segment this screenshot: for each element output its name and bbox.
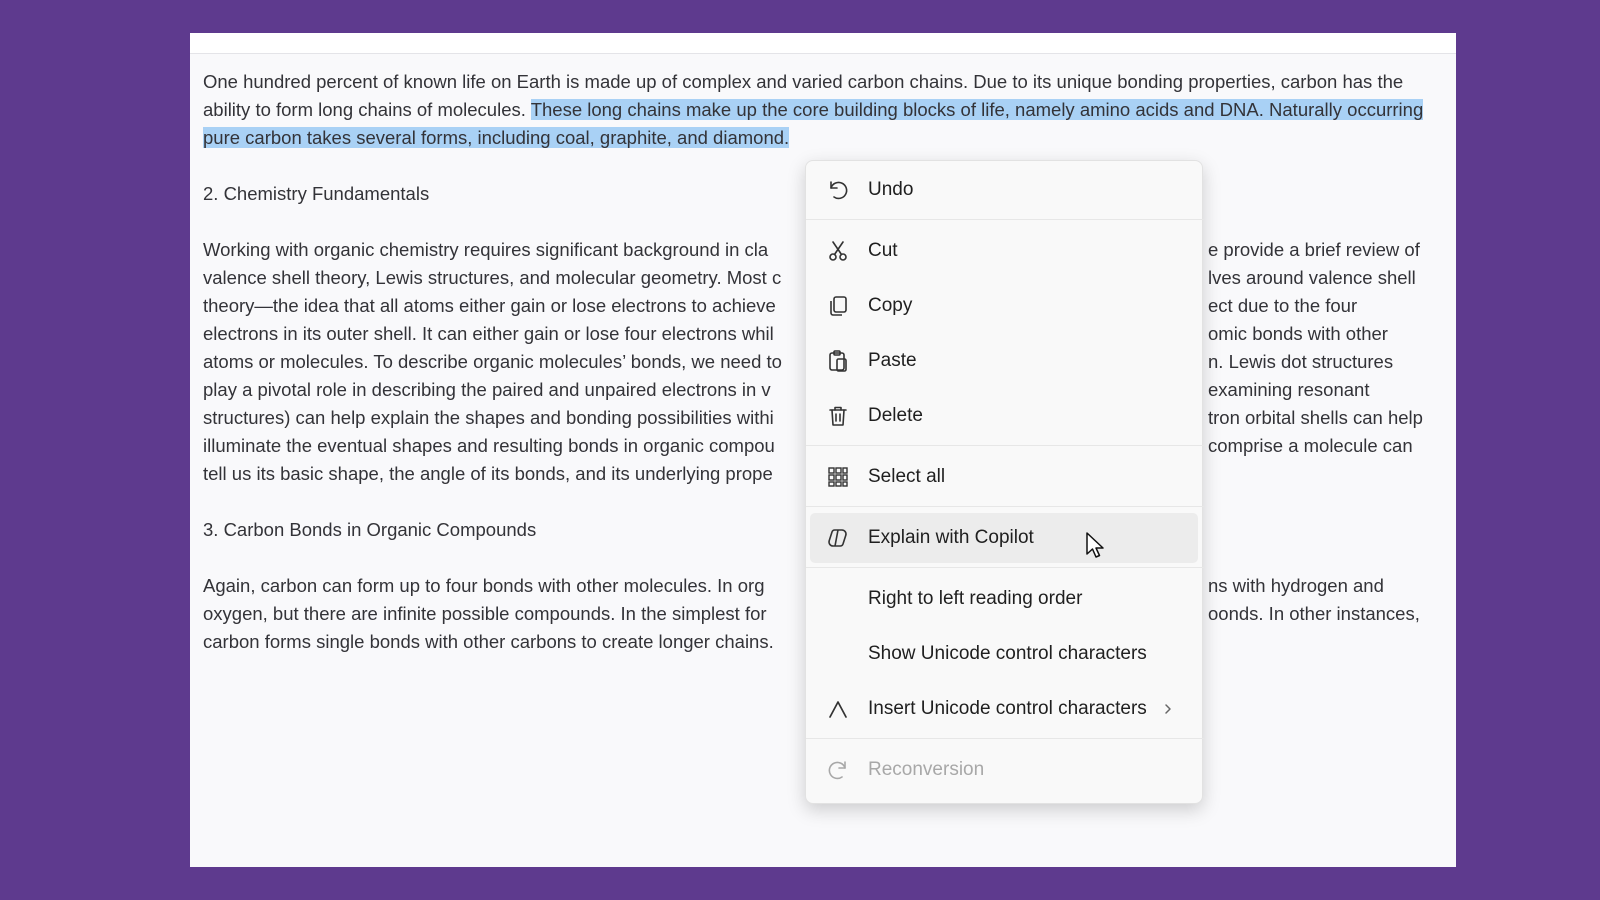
cut-icon: [829, 241, 847, 261]
menu-item-delete[interactable]: Delete: [810, 391, 1198, 441]
chevron-right-icon: [1165, 704, 1171, 714]
paste-icon: [829, 350, 847, 372]
menu-item-rtl-reading-order[interactable]: Right to left reading order: [810, 574, 1198, 624]
menu-item-copy[interactable]: Copy: [810, 281, 1198, 331]
mouse-cursor-icon: [1086, 532, 1104, 558]
paragraph-1[interactable]: One hundred percent of known life on Ear…: [203, 68, 1433, 152]
menu-item-paste[interactable]: Paste: [810, 336, 1198, 386]
undo-icon: [830, 181, 848, 200]
menu-label: Insert Unicode control characters: [868, 698, 1147, 719]
menu-label: Copy: [868, 295, 913, 316]
copy-icon: [830, 296, 847, 316]
menu-label: Reconversion: [868, 759, 985, 780]
context-menu: Undo Cut Copy Paste Delete Select all Ex…: [805, 160, 1204, 804]
menu-item-reconversion: Reconversion: [810, 745, 1198, 795]
menu-item-select-all[interactable]: Select all: [810, 452, 1198, 502]
menu-label: Undo: [868, 179, 914, 200]
menu-label: Show Unicode control characters: [868, 643, 1147, 664]
menu-item-cut[interactable]: Cut: [810, 226, 1198, 276]
menu-item-show-unicode[interactable]: Show Unicode control characters: [810, 629, 1198, 679]
menu-item-insert-unicode[interactable]: Insert Unicode control characters: [810, 684, 1198, 734]
menu-label: Paste: [868, 350, 917, 371]
menu-label: Right to left reading order: [868, 588, 1083, 609]
menu-divider: [806, 219, 1204, 220]
menu-label: Cut: [868, 240, 898, 261]
menu-divider: [806, 738, 1204, 739]
insert-unicode-icon: [829, 701, 847, 718]
menu-divider: [806, 445, 1204, 446]
copilot-icon: [828, 529, 847, 547]
reconversion-icon: [828, 761, 846, 780]
menu-item-undo[interactable]: Undo: [810, 165, 1198, 215]
menu-label: Delete: [868, 405, 923, 426]
menu-label: Explain with Copilot: [868, 527, 1034, 548]
menu-label: Select all: [868, 466, 946, 487]
delete-icon: [829, 406, 847, 426]
menu-divider: [806, 567, 1204, 568]
select-all-icon: [828, 467, 848, 487]
menu-item-explain-with-copilot[interactable]: Explain with Copilot: [810, 513, 1198, 563]
menu-divider: [806, 506, 1204, 507]
